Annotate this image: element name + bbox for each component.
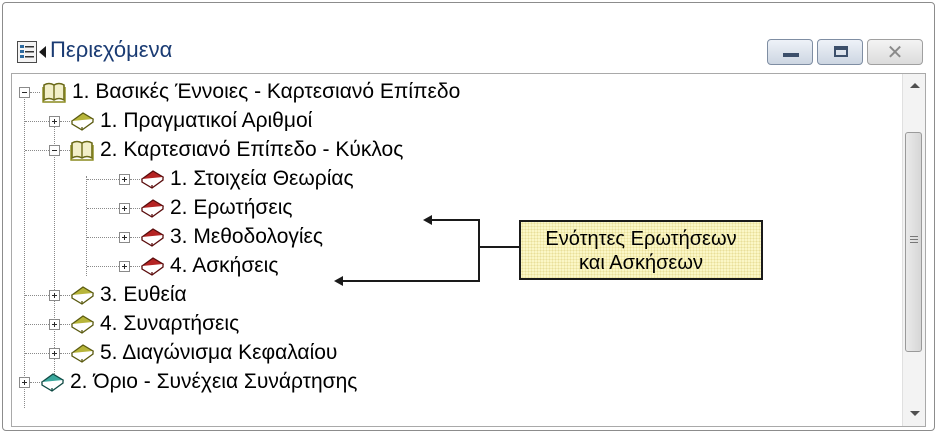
tree-connector bbox=[60, 353, 70, 354]
tree-connector bbox=[25, 353, 51, 354]
tree-item-chapter-1[interactable]: 1. Βασικές Έννοιες - Καρτεσιανό Επίπεδο bbox=[12, 78, 892, 106]
collapse-arrow-icon[interactable] bbox=[39, 46, 46, 58]
minimize-icon bbox=[783, 53, 799, 57]
tree-item-section-1-2[interactable]: 2. Καρτεσιανό Επίπεδο - Κύκλος bbox=[12, 136, 892, 164]
annotation-callout: Ενότητες Ερωτήσεων και Ασκήσεων bbox=[519, 220, 763, 280]
tree-connector bbox=[25, 295, 51, 296]
close-icon: ✕ bbox=[886, 40, 904, 64]
scrollbar-thumb[interactable] bbox=[905, 132, 922, 352]
title-bar: Περιεχόμενα ✕ bbox=[3, 3, 934, 73]
tree-connector bbox=[130, 208, 140, 209]
tree-connector bbox=[130, 237, 140, 238]
tree-item-section-1-1[interactable]: 1. Πραγματικοί Αριθμοί bbox=[12, 107, 892, 135]
scroll-down-arrow-icon[interactable] bbox=[903, 402, 925, 426]
book-olive-icon bbox=[70, 344, 94, 363]
tree-item-label: 4. Συναρτήσεις bbox=[100, 312, 240, 335]
tree-connector bbox=[130, 266, 140, 267]
tree-connector bbox=[60, 150, 70, 151]
expand-toggle[interactable] bbox=[19, 377, 30, 388]
tree-item-label: 4. Ασκήσεις bbox=[170, 254, 279, 277]
book-open-icon bbox=[42, 82, 66, 103]
tree-item-label: 5. Διαγώνισμα Κεφαλαίου bbox=[100, 341, 338, 364]
tree-connector bbox=[87, 266, 119, 267]
expand-toggle[interactable] bbox=[119, 174, 130, 185]
tree-item-section-1-3[interactable]: 3. Ευθεία bbox=[12, 281, 892, 309]
book-olive-icon bbox=[70, 112, 94, 131]
expand-toggle[interactable] bbox=[49, 348, 60, 359]
tree-connector bbox=[30, 92, 40, 93]
book-red-icon bbox=[140, 257, 164, 276]
expand-toggle[interactable] bbox=[119, 232, 130, 243]
book-olive-icon bbox=[70, 286, 94, 305]
tree-item-section-1-5[interactable]: 5. Διαγώνισμα Κεφαλαίου bbox=[12, 339, 892, 367]
tree-item-chapter-2[interactable]: 2. Όριο - Συνέχεια Συνάρτησης bbox=[12, 368, 892, 396]
tree-item-label: 3. Ευθεία bbox=[100, 283, 187, 306]
tree-connector bbox=[60, 324, 70, 325]
grip-line bbox=[910, 239, 918, 240]
arrow-line bbox=[342, 280, 480, 282]
tree-connector bbox=[60, 295, 70, 296]
tree-connector bbox=[25, 324, 51, 325]
book-red-icon bbox=[140, 199, 164, 218]
tree-item-label: 1. Στοιχεία Θεωρίας bbox=[170, 167, 354, 190]
callout-line-1: Ενότητες Ερωτήσεων bbox=[545, 228, 737, 250]
book-open-icon bbox=[70, 140, 94, 161]
tree-item-label: 2. Καρτεσιανό Επίπεδο - Κύκλος bbox=[100, 138, 404, 161]
book-red-icon bbox=[140, 170, 164, 189]
tree-item-theory[interactable]: 1. Στοιχεία Θεωρίας bbox=[12, 165, 892, 193]
expand-toggle[interactable] bbox=[49, 116, 60, 127]
tree-item-label: 1. Πραγματικοί Αριθμοί bbox=[100, 109, 313, 132]
tree-item-label: 1. Βασικές Έννοιες - Καρτεσιανό Επίπεδο bbox=[72, 80, 461, 103]
arrow-line bbox=[431, 219, 479, 221]
tree-item-questions[interactable]: 2. Ερωτήσεις bbox=[12, 194, 892, 222]
minimize-button[interactable] bbox=[767, 39, 813, 65]
tree-connector bbox=[87, 237, 119, 238]
arrow-line bbox=[479, 246, 519, 248]
maximize-icon bbox=[834, 46, 848, 57]
expand-toggle[interactable] bbox=[119, 203, 130, 214]
tree-connector bbox=[25, 121, 51, 122]
tree-connector bbox=[25, 150, 51, 151]
tree-item-label: 2. Όριο - Συνέχεια Συνάρτησης bbox=[70, 370, 358, 393]
window-title: Περιεχόμενα bbox=[50, 37, 173, 62]
book-red-icon bbox=[140, 228, 164, 247]
contents-window: Περιεχόμενα ✕ 1. Βασικές Έννοιες - Καρτε… bbox=[2, 2, 935, 431]
tree-connector bbox=[87, 179, 119, 180]
tree-connector bbox=[60, 121, 70, 122]
book-olive-icon bbox=[70, 315, 94, 334]
contents-tree: 1. Βασικές Έννοιες - Καρτεσιανό Επίπεδο … bbox=[11, 73, 926, 427]
vertical-scrollbar[interactable] bbox=[902, 74, 925, 426]
expand-toggle[interactable] bbox=[49, 290, 60, 301]
close-button[interactable]: ✕ bbox=[867, 39, 923, 65]
tree-item-label: 2. Ερωτήσεις bbox=[170, 196, 293, 219]
scroll-up-arrow-icon[interactable] bbox=[903, 74, 925, 98]
book-teal-icon bbox=[40, 373, 64, 392]
tree-connector bbox=[30, 382, 40, 383]
collapse-toggle[interactable] bbox=[19, 87, 30, 98]
tree-connector bbox=[87, 208, 119, 209]
grip-line bbox=[910, 242, 918, 243]
maximize-button[interactable] bbox=[817, 39, 863, 65]
grip-line bbox=[910, 236, 918, 237]
collapse-toggle[interactable] bbox=[49, 145, 60, 156]
tree-item-label: 3. Μεθοδολογίες bbox=[170, 225, 324, 248]
callout-line-2: και Ασκήσεων bbox=[579, 252, 703, 274]
tree-item-section-1-4[interactable]: 4. Συναρτήσεις bbox=[12, 310, 892, 338]
contents-list-icon bbox=[17, 41, 37, 63]
tree-connector bbox=[130, 179, 140, 180]
expand-toggle[interactable] bbox=[119, 261, 130, 272]
expand-toggle[interactable] bbox=[49, 319, 60, 330]
arrow-line bbox=[478, 219, 480, 280]
